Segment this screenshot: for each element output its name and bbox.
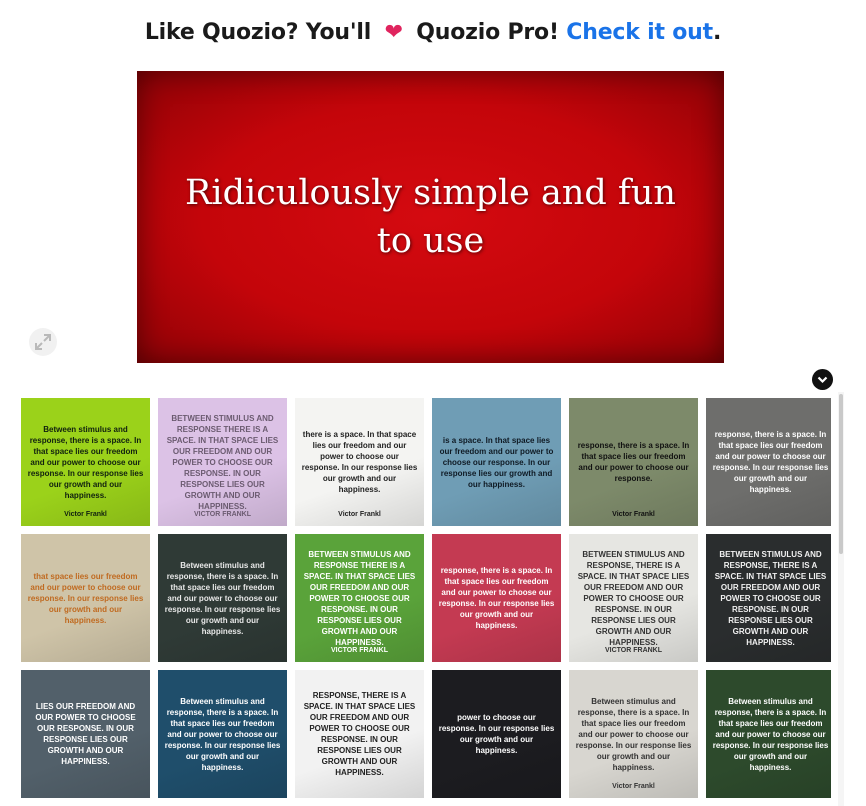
tile-quote-text: Between stimulus and response, there is …	[164, 696, 281, 772]
gallery-tile[interactable]: Between stimulus and response, there is …	[569, 670, 698, 798]
gallery-tile[interactable]: Between stimulus and response, there is …	[21, 398, 150, 526]
gallery-tile[interactable]: is a space. In that space lies our freed…	[432, 398, 561, 526]
tile-author: VICTOR FRANKL	[604, 647, 663, 654]
tile-quote-text: that space lies our freedom and our powe…	[27, 571, 144, 625]
gallery-tile[interactable]: response, there is a space. In that spac…	[432, 534, 561, 662]
heart-icon: ❤	[384, 20, 403, 45]
tile-quote-text: Between stimulus and response, there is …	[575, 696, 692, 772]
promo-suffix: .	[712, 20, 722, 45]
gallery-tile[interactable]: that space lies our freedom and our powe…	[21, 534, 150, 662]
promo-product: Quozio Pro!	[416, 20, 559, 45]
tile-quote-text: response, there is a space. In that spac…	[712, 430, 829, 494]
hero-slide[interactable]: Ridiculously simple and fun to use	[137, 71, 724, 363]
chevron-down-icon	[817, 376, 828, 384]
check-it-out-link[interactable]: Check it out	[566, 20, 713, 45]
gallery-tile[interactable]: response, there is a space. In that spac…	[706, 398, 831, 526]
gallery-tile[interactable]: BETWEEN STIMULUS AND RESPONSE THERE IS A…	[295, 534, 424, 662]
expand-icon	[35, 334, 51, 350]
gallery-tile[interactable]: Between stimulus and response, there is …	[158, 670, 287, 798]
tile-quote-text: RESPONSE, THERE IS A SPACE. IN THAT SPAC…	[303, 691, 416, 777]
tile-author: Victor Frankl	[612, 511, 655, 518]
gallery-tile[interactable]: Between stimulus and response, there is …	[706, 670, 831, 798]
gallery-tile[interactable]: BETWEEN STIMULUS AND RESPONSE THERE IS A…	[158, 398, 287, 526]
gallery-tile[interactable]: there is a space. In that space lies our…	[295, 398, 424, 526]
tile-quote-text: Between stimulus and response, there is …	[27, 424, 144, 500]
gallery-tile[interactable]: LIES OUR FREEDOM AND OUR POWER TO CHOOSE…	[21, 670, 150, 798]
tile-quote-text: there is a space. In that space lies our…	[301, 430, 418, 494]
gallery-tile[interactable]: BETWEEN STIMULUS AND RESPONSE, THERE IS …	[706, 534, 831, 662]
tile-quote-text: LIES OUR FREEDOM AND OUR POWER TO CHOOSE…	[35, 702, 136, 766]
tile-quote-text: is a space. In that space lies our freed…	[439, 435, 554, 489]
tile-quote-text: Between stimulus and response, there is …	[712, 696, 829, 772]
tile-author: VICTOR FRANKL	[193, 511, 252, 518]
tile-quote-text: response, there is a space. In that spac…	[577, 441, 690, 483]
expand-button[interactable]	[29, 328, 57, 356]
gallery-tile[interactable]: Between stimulus and response, there is …	[158, 534, 287, 662]
tile-quote-text: BETWEEN STIMULUS AND RESPONSE THERE IS A…	[303, 549, 416, 647]
tile-quote-text: BETWEEN STIMULUS AND RESPONSE, THERE IS …	[714, 549, 827, 647]
hero-slide-text: Ridiculously simple and fun to use	[185, 173, 676, 261]
tile-author: VICTOR FRANKL	[330, 647, 389, 654]
promo-text: Like Quozio? You'll	[144, 20, 372, 45]
promo-banner: Like Quozio? You'll ❤ Quozio Pro! Check …	[0, 20, 866, 45]
tile-quote-text: BETWEEN STIMULUS AND RESPONSE THERE IS A…	[166, 413, 279, 511]
chevron-down-button[interactable]	[812, 369, 833, 390]
tile-author: Victor Frankl	[64, 511, 107, 518]
gallery-tile[interactable]: BETWEEN STIMULUS AND RESPONSE, THERE IS …	[569, 534, 698, 662]
tile-author: Victor Frankl	[612, 783, 655, 790]
tile-quote-text: BETWEEN STIMULUS AND RESPONSE, THERE IS …	[577, 549, 690, 647]
gallery-tile[interactable]: RESPONSE, THERE IS A SPACE. IN THAT SPAC…	[295, 670, 424, 798]
tile-author: Victor Frankl	[338, 511, 381, 518]
gallery-tile[interactable]: response, there is a space. In that spac…	[569, 398, 698, 526]
gallery-scrollbar-thumb[interactable]	[839, 394, 843, 554]
tile-quote-text: Between stimulus and response, there is …	[164, 560, 281, 636]
tile-quote-text: power to choose our response. In our res…	[438, 713, 555, 755]
tile-quote-text: response, there is a space. In that spac…	[438, 566, 555, 630]
gallery-tile[interactable]: power to choose our response. In our res…	[432, 670, 561, 798]
quote-gallery: Between stimulus and response, there is …	[21, 398, 831, 806]
